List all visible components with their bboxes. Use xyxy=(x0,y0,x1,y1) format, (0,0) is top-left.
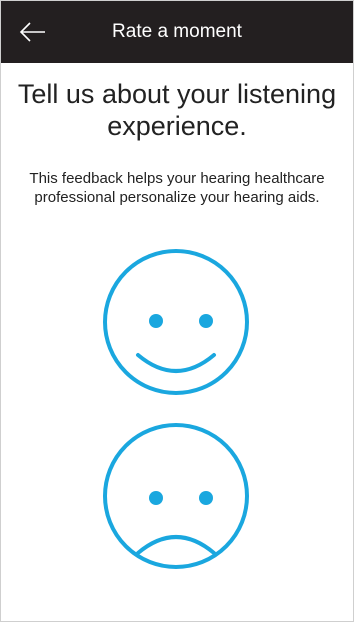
sad-rating-button[interactable] xyxy=(101,421,251,571)
prompt-description: This feedback helps your hearing healthc… xyxy=(29,170,325,206)
happy-face-icon xyxy=(103,249,249,395)
sad-face-icon xyxy=(103,423,249,569)
screen: Rate a moment Tell us about your listeni… xyxy=(0,0,354,622)
happy-rating-button[interactable] xyxy=(101,247,251,397)
page-title: Rate a moment xyxy=(112,21,242,42)
prompt-heading: Tell us about your listening experience. xyxy=(17,79,337,141)
app-bar: Rate a moment xyxy=(1,1,353,63)
